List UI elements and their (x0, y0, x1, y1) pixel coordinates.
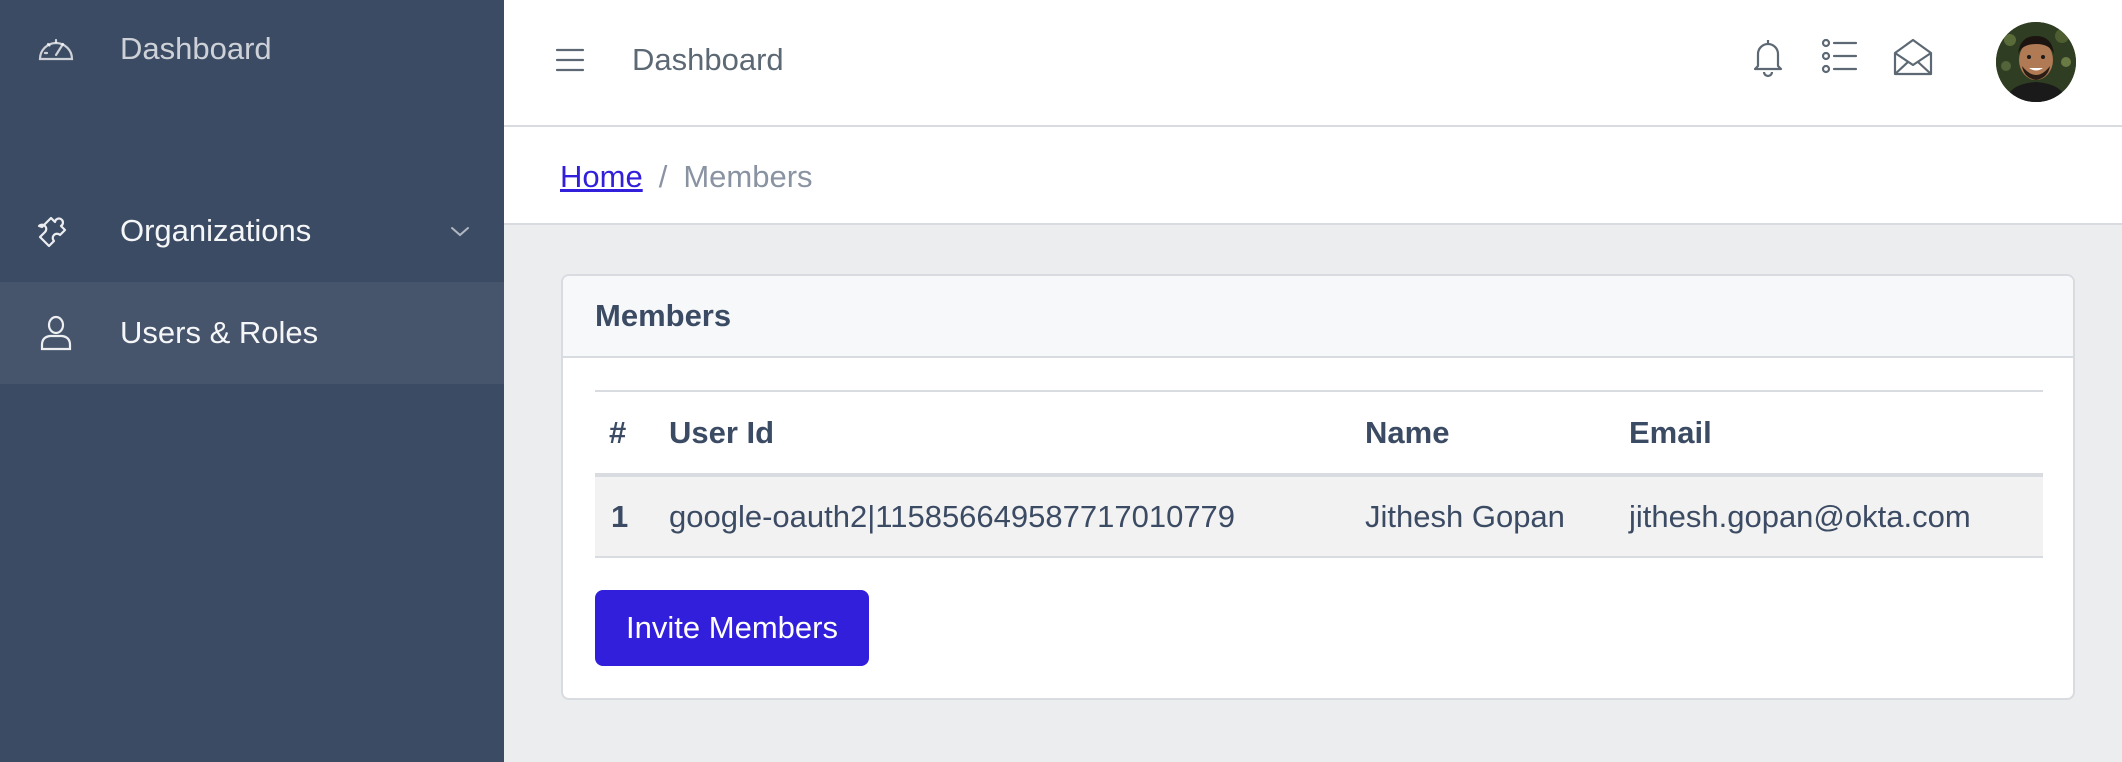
breadcrumb: Home / Members (560, 159, 813, 195)
sidebar-item-label: Users & Roles (120, 315, 319, 350)
invite-members-button[interactable]: Invite Members (595, 590, 869, 666)
cell-email: jithesh.gopan@okta.com (1613, 475, 2043, 558)
cell-number: 1 (595, 475, 653, 558)
sidebar-item-label: Dashboard (120, 31, 272, 66)
column-header-user-id: User Id (653, 390, 1349, 477)
sidebar: Dashboard Organizations Users & Roles (0, 0, 504, 762)
column-header-email: Email (1613, 390, 2043, 477)
header-title[interactable]: Dashboard (632, 42, 784, 78)
sidebar-item-label: Organizations (120, 213, 312, 248)
avatar[interactable] (1996, 22, 2076, 102)
breadcrumb-current: Members (683, 159, 813, 194)
table-row: 1 google-oauth2|115856649587717010779 Ji… (595, 475, 2043, 558)
table-header-row: # User Id Name Email (595, 390, 2043, 477)
breadcrumb-separator: / (658, 159, 668, 194)
members-card: Members # User Id Name Email 1 google-oa… (561, 274, 2075, 700)
list-icon[interactable] (1820, 36, 1860, 78)
bell-icon[interactable] (1748, 36, 1788, 78)
subheader: Home / Members (504, 127, 2122, 225)
breadcrumb-home-link[interactable]: Home (560, 159, 643, 195)
speedometer-icon (36, 29, 76, 69)
sidebar-item-organizations[interactable]: Organizations (0, 180, 504, 282)
cell-name: Jithesh Gopan (1349, 475, 1613, 558)
sidebar-item-users-roles[interactable]: Users & Roles (0, 282, 504, 384)
user-icon (36, 313, 76, 353)
chevron-down-icon[interactable] (446, 217, 474, 245)
puzzle-icon (36, 211, 76, 251)
column-header-name: Name (1349, 390, 1613, 477)
members-table: # User Id Name Email 1 google-oauth2|115… (595, 390, 2043, 558)
sidebar-item-dashboard[interactable]: Dashboard (0, 0, 504, 98)
members-table-container: # User Id Name Email 1 google-oauth2|115… (595, 390, 2043, 558)
menu-icon[interactable] (554, 44, 586, 76)
envelope-open-icon[interactable] (1892, 36, 1934, 78)
cell-user-id: google-oauth2|115856649587717010779 (653, 475, 1349, 558)
column-header-number: # (595, 390, 653, 477)
top-header: Dashboard (504, 0, 2122, 127)
card-title: Members (563, 276, 2073, 358)
